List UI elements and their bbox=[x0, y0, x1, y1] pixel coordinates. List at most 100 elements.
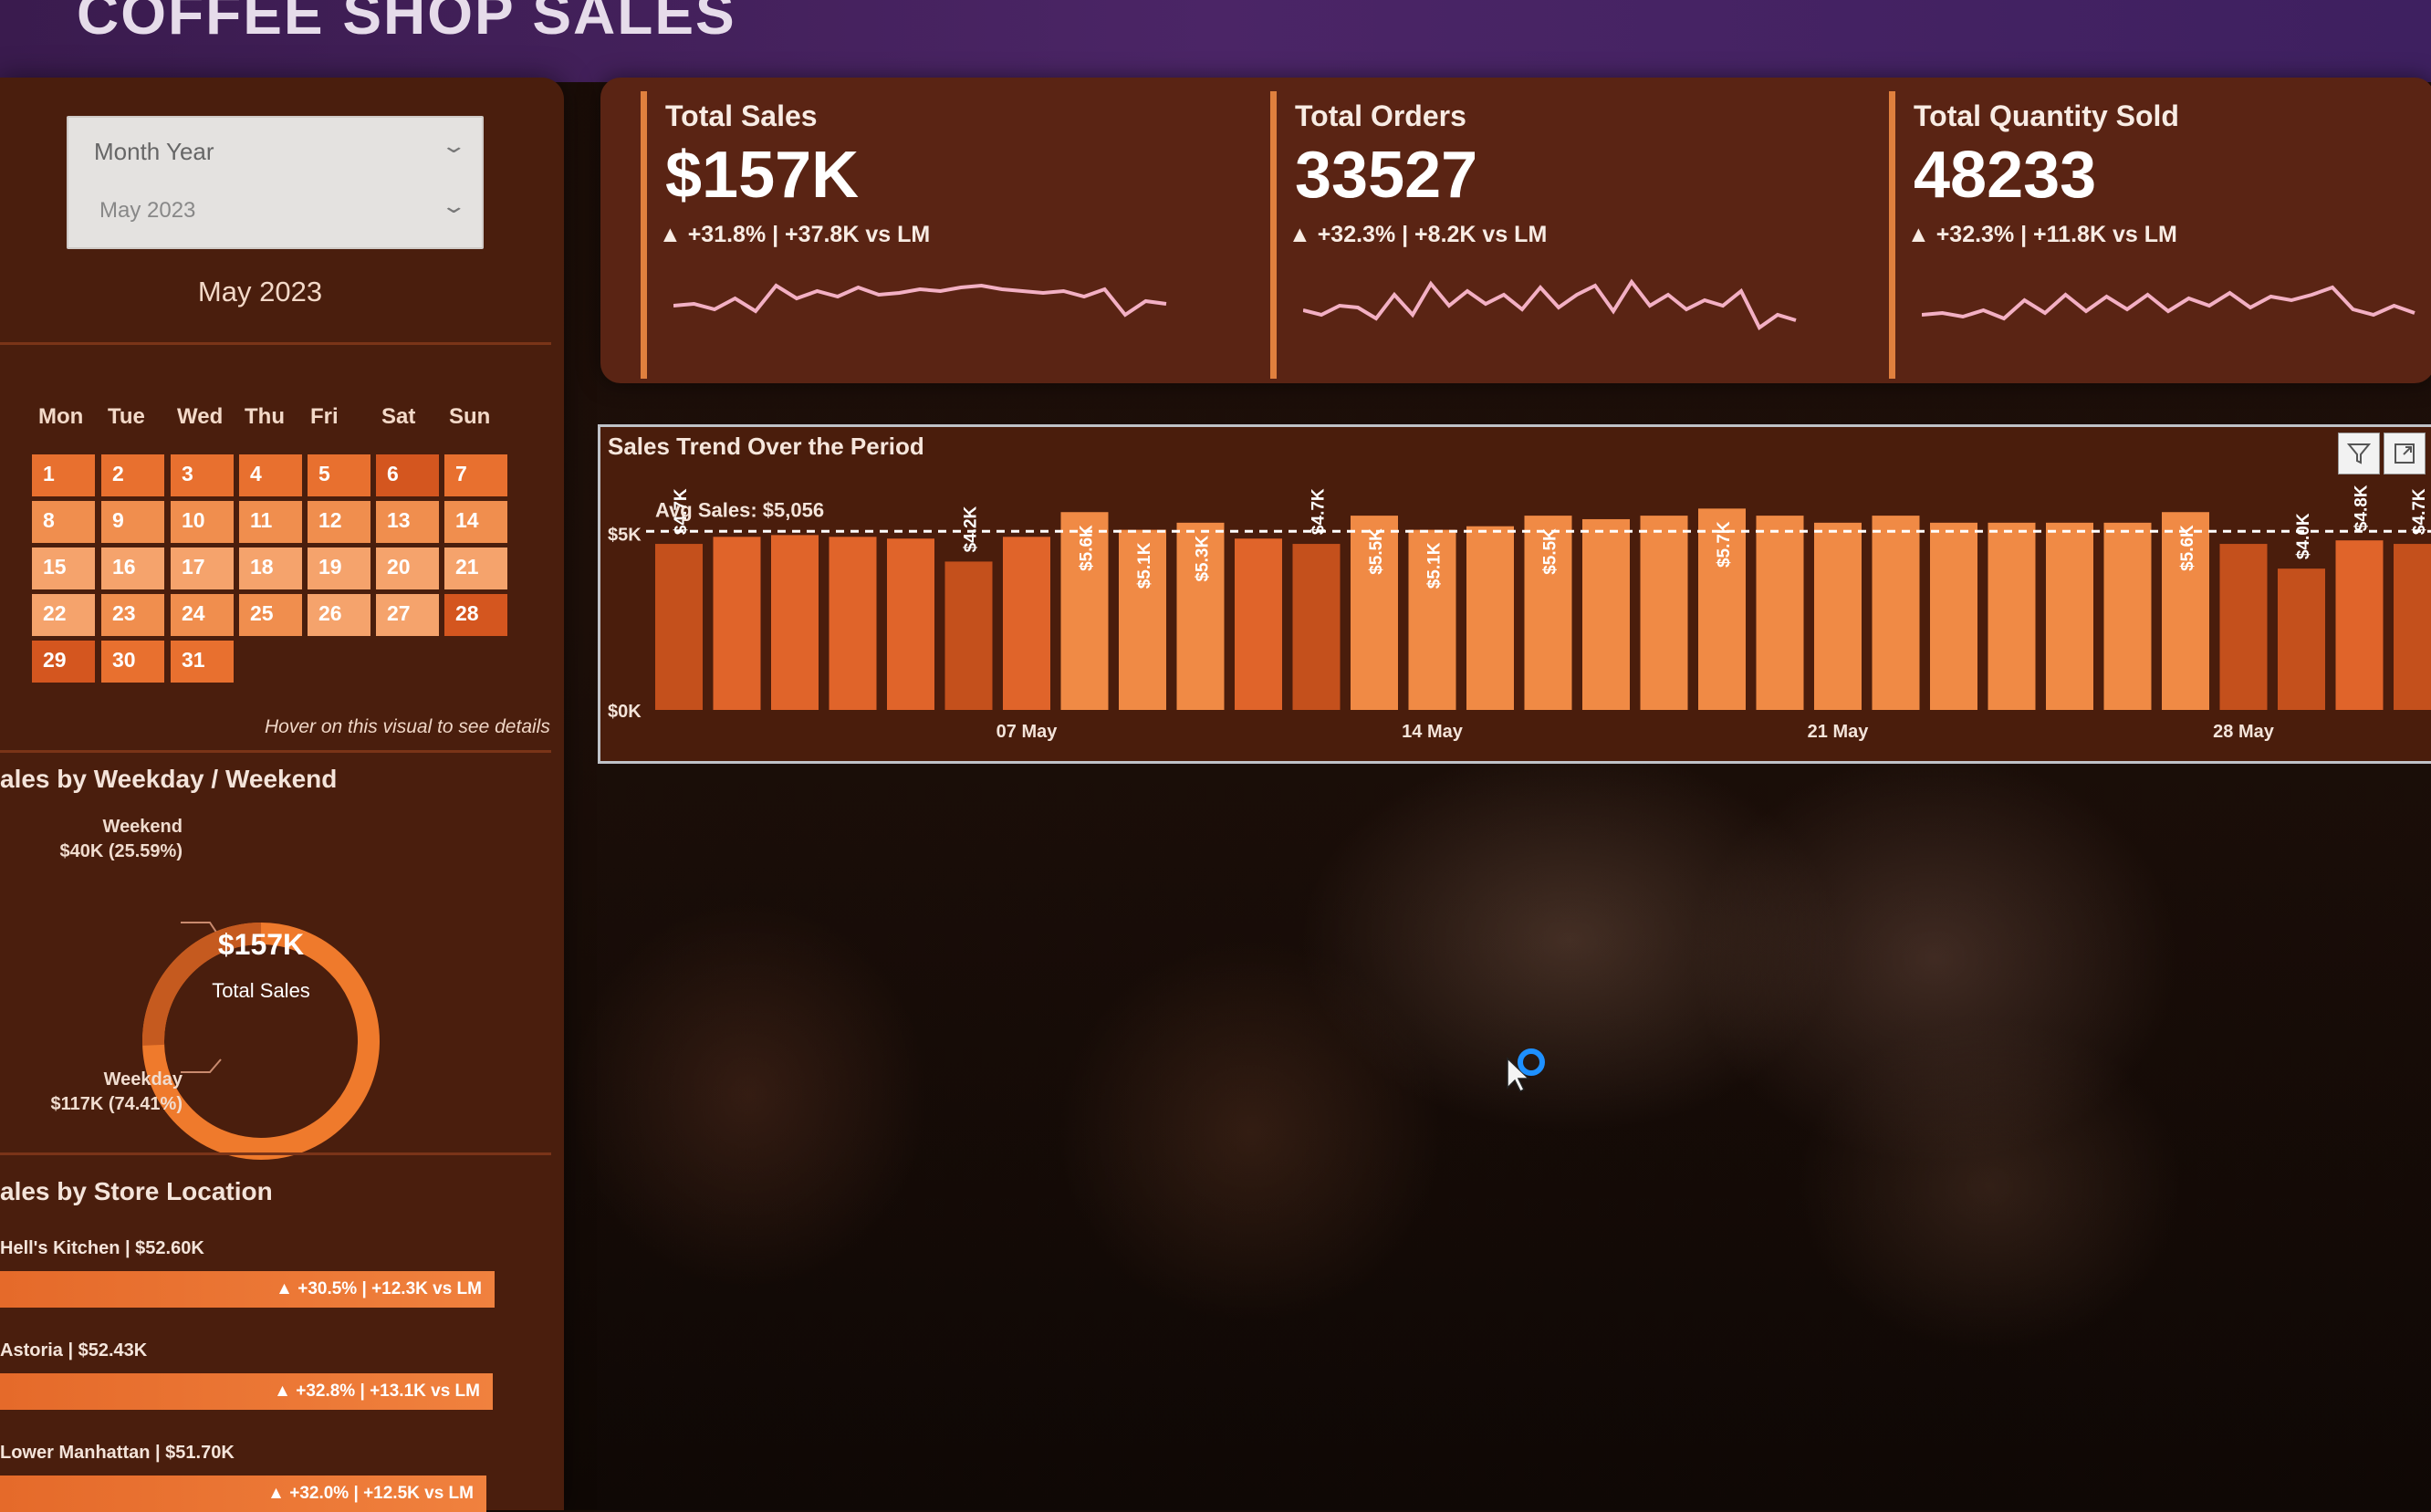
bar-data-label: $5.1K bbox=[1425, 542, 1445, 589]
store-name: Lower Manhattan | $51.70K bbox=[0, 1443, 235, 1463]
kpi-delta: ▲ +31.8% | +37.8K vs LM bbox=[659, 222, 931, 247]
calendar-day[interactable]: 29 bbox=[32, 641, 95, 683]
calendar-day[interactable]: 15 bbox=[32, 547, 95, 589]
store-bar[interactable]: ▲ +30.5% | +12.3K vs LM bbox=[0, 1271, 495, 1308]
calendar-day[interactable]: 11 bbox=[239, 501, 302, 543]
calendar-day[interactable]: 28 bbox=[444, 594, 507, 636]
month-year-slicer[interactable]: Month Year ⌄ May 2023 ⌄ bbox=[67, 116, 484, 249]
kpi-sparkline bbox=[1303, 278, 1797, 330]
sales-bar bbox=[655, 544, 703, 710]
weekday-label: Weekday $117K (74.41%) bbox=[50, 1069, 183, 1114]
slicer-selected-value[interactable]: May 2023 bbox=[99, 198, 195, 224]
weekday-leader-line bbox=[181, 1058, 222, 1073]
sales-bar bbox=[1292, 544, 1341, 710]
calendar-day[interactable]: 17 bbox=[171, 547, 234, 589]
kpi-accent bbox=[1889, 91, 1895, 379]
calendar-day[interactable]: 3 bbox=[171, 454, 234, 496]
x-tick-label: 28 May bbox=[2213, 722, 2275, 742]
calendar-day[interactable]: 21 bbox=[444, 547, 507, 589]
title-bar: COFFEE SHOP SALES bbox=[0, 0, 2431, 82]
kpi-delta: ▲ +32.3% | +11.8K vs LM bbox=[1907, 222, 2177, 247]
weekday-header-sat: Sat bbox=[381, 404, 416, 429]
calendar-day[interactable]: 2 bbox=[101, 454, 164, 496]
weekday-header-tue: Tue bbox=[108, 404, 145, 429]
sales-bar bbox=[2335, 540, 2384, 710]
sales-bar bbox=[2394, 544, 2431, 710]
calendar-day[interactable]: 16 bbox=[101, 547, 164, 589]
bar-data-label: $4.7K bbox=[1309, 488, 1329, 535]
store-bar[interactable]: ▲ +32.0% | +12.5K vs LM bbox=[0, 1476, 486, 1512]
sales-trend-chart[interactable]: Sales Trend Over the Period $5K $0K $4.7K $… bbox=[598, 424, 2431, 764]
store-bar[interactable]: ▲ +32.8% | +13.1K vs LM bbox=[0, 1373, 493, 1410]
sales-bar bbox=[2046, 522, 2093, 710]
store-location-title: ales by Store Location bbox=[0, 1177, 273, 1205]
calendar-day[interactable]: 14 bbox=[444, 501, 507, 543]
calendar-day[interactable]: 7 bbox=[444, 454, 507, 496]
calendar-day[interactable]: 1 bbox=[32, 454, 95, 496]
sales-bar bbox=[1235, 538, 1282, 710]
calendar-day[interactable]: 31 bbox=[171, 641, 234, 683]
sales-bar bbox=[1582, 518, 1630, 710]
sparkline-series bbox=[673, 283, 1167, 318]
kpi-sparkline bbox=[673, 283, 1167, 318]
calendar-day[interactable]: 19 bbox=[308, 547, 370, 589]
bar-data-label: $4.7K bbox=[2410, 488, 2429, 535]
chevron-down-icon[interactable]: ⌄ bbox=[440, 194, 467, 218]
donut-center-label: Total Sales bbox=[212, 979, 310, 1002]
calendar-day[interactable]: 5 bbox=[308, 454, 370, 496]
calendar-day[interactable]: 25 bbox=[239, 594, 302, 636]
weekday-header-fri: Fri bbox=[310, 404, 339, 429]
left-panel: Month Year ⌄ May 2023 ⌄ May 2023 Mon Tue W… bbox=[0, 78, 564, 1512]
sparkline-series bbox=[1922, 285, 2415, 321]
weekday-weekend-title: ales by Weekday / Weekend bbox=[0, 765, 338, 793]
kpi-accent bbox=[1270, 91, 1277, 379]
calendar-day[interactable]: 22 bbox=[32, 594, 95, 636]
calendar-day[interactable]: 24 bbox=[171, 594, 234, 636]
calendar-day[interactable]: 30 bbox=[101, 641, 164, 683]
calendar-day[interactable]: 20 bbox=[376, 547, 439, 589]
sales-bar bbox=[829, 537, 877, 710]
sales-bar bbox=[1003, 537, 1050, 710]
calendar-day[interactable]: 23 bbox=[101, 594, 164, 636]
sales-bar bbox=[771, 535, 819, 710]
calendar-title: May 2023 bbox=[197, 276, 323, 308]
divider bbox=[0, 750, 551, 753]
chevron-down-icon[interactable]: ⌄ bbox=[440, 134, 467, 158]
calendar-day[interactable]: 26 bbox=[308, 594, 370, 636]
kpi-title: Total Orders bbox=[1295, 99, 1466, 132]
calendar-day[interactable]: 8 bbox=[32, 501, 95, 543]
calendar-day[interactable]: 10 bbox=[171, 501, 234, 543]
x-tick-label: 07 May bbox=[996, 722, 1059, 742]
sales-bar bbox=[944, 561, 993, 710]
sales-bar bbox=[2219, 544, 2268, 710]
sales-bar bbox=[1756, 516, 1804, 710]
x-tick-label: 14 May bbox=[1402, 722, 1464, 742]
calendar-day[interactable]: 13 bbox=[376, 501, 439, 543]
weekday-header-thu: Thu bbox=[245, 404, 285, 429]
donut-center-value: $157K bbox=[217, 928, 305, 961]
store-delta: ▲ +30.5% | +12.3K vs LM bbox=[276, 1279, 482, 1298]
y-tick-label: $0K bbox=[608, 702, 642, 722]
y-tick-label: $5K bbox=[608, 525, 642, 545]
kpi-card[interactable]: Total Quantity Sold 48233 ▲ +32.3% | +11.8… bbox=[1889, 78, 2431, 383]
weekday-header-mon: Mon bbox=[38, 404, 84, 429]
kpi-title: Total Sales bbox=[665, 99, 818, 132]
sales-bar bbox=[1872, 516, 1920, 710]
bar-data-label: $5.3K bbox=[1194, 536, 1213, 582]
kpi-card[interactable]: Total Sales $157K ▲ +31.8% | +37.8K vs LM bbox=[641, 78, 1225, 383]
kpi-card[interactable]: Total Orders 33527 ▲ +32.3% | +8.2K vs LM bbox=[1270, 78, 1854, 383]
sales-bar bbox=[887, 538, 934, 710]
calendar-day[interactable]: 27 bbox=[376, 594, 439, 636]
calendar-day[interactable]: 6 bbox=[376, 454, 439, 496]
sales-bar bbox=[1466, 526, 1514, 710]
divider bbox=[0, 342, 551, 345]
sales-bar bbox=[2103, 522, 2152, 710]
sparkline-series bbox=[1303, 278, 1797, 330]
sales-bar bbox=[1930, 522, 1977, 710]
calendar-day[interactable]: 9 bbox=[101, 501, 164, 543]
sales-bar bbox=[2278, 568, 2325, 710]
calendar-day[interactable]: 12 bbox=[308, 501, 370, 543]
bar-data-label: $5.7K bbox=[1715, 521, 1734, 568]
calendar-day[interactable]: 18 bbox=[239, 547, 302, 589]
calendar-day[interactable]: 4 bbox=[239, 454, 302, 496]
